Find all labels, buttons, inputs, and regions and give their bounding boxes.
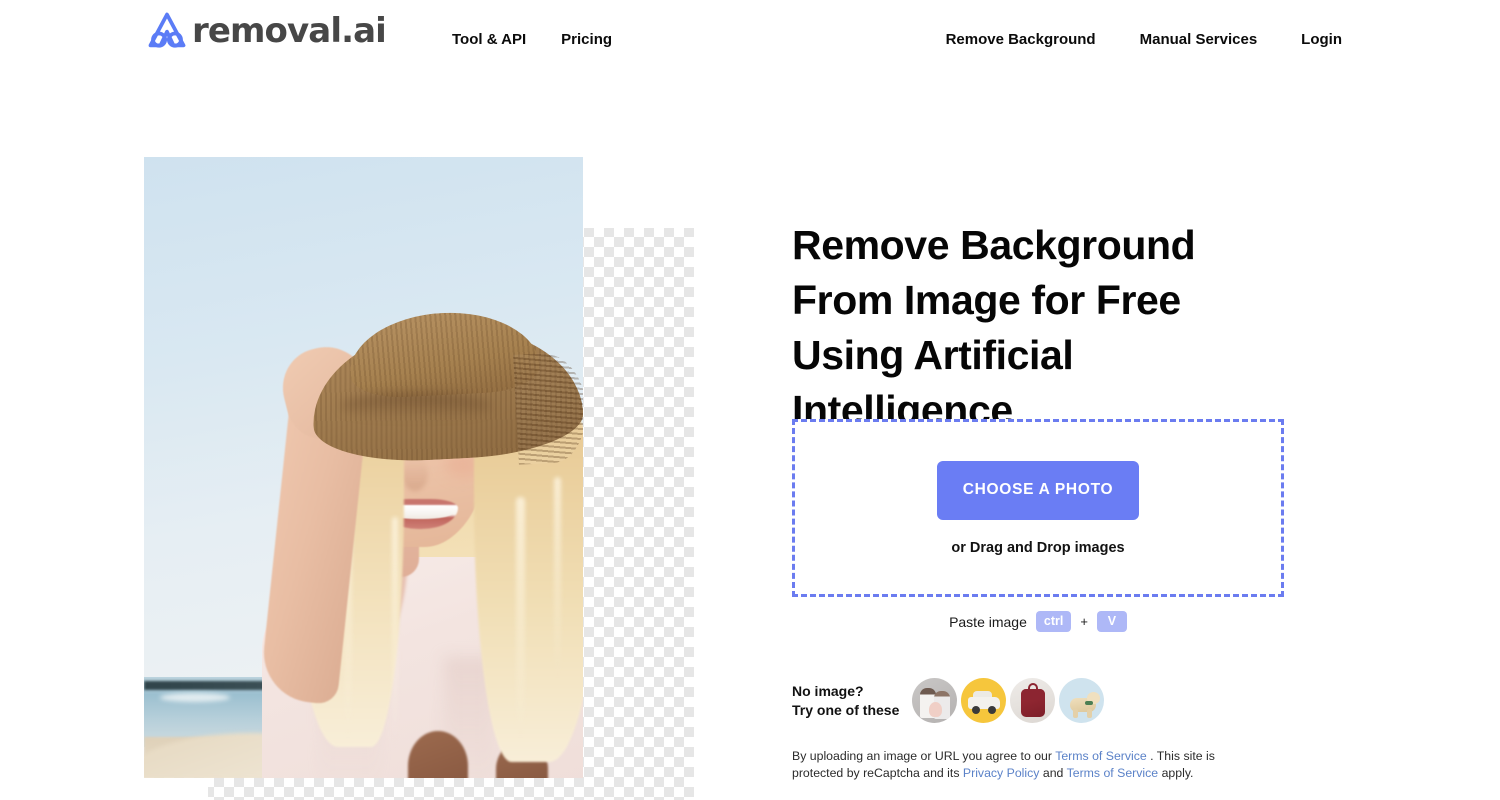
site-header: removal.ai Tool & API Pricing Remove Bac… bbox=[0, 0, 1500, 78]
photo-hat-shadow bbox=[340, 393, 492, 419]
legal-text-1: By uploading an image or URL you agree t… bbox=[792, 749, 1056, 763]
sample-thumb-people[interactable] bbox=[912, 678, 957, 723]
sample-thumb-car[interactable] bbox=[961, 678, 1006, 723]
nav-link-login[interactable]: Login bbox=[1301, 30, 1342, 49]
sample-thumb-dog[interactable] bbox=[1059, 678, 1104, 723]
choose-a-photo-button[interactable]: CHOOSE A PHOTO bbox=[937, 460, 1139, 520]
nav-link-pricing[interactable]: Pricing bbox=[561, 30, 612, 49]
removal-ai-logo-icon bbox=[148, 12, 186, 48]
nav-link-manual-services[interactable]: Manual Services bbox=[1140, 30, 1258, 49]
hero-image bbox=[144, 157, 694, 800]
brand-name: removal.ai bbox=[192, 11, 387, 51]
photo-hair-strand bbox=[516, 497, 525, 737]
nav-link-tool-api[interactable]: Tool & API bbox=[452, 30, 526, 49]
hero-copy: Remove Background From Image for Free Us… bbox=[792, 218, 1312, 438]
key-ctrl[interactable]: ctrl bbox=[1035, 611, 1072, 632]
sample-label-line-2: Try one of these bbox=[792, 701, 900, 718]
sample-thumbnail-list bbox=[912, 678, 1104, 723]
photo-hat-weave bbox=[513, 351, 583, 465]
photo-surf bbox=[160, 693, 230, 702]
paste-image-label: Paste image bbox=[949, 613, 1027, 630]
terms-of-service-link-2[interactable]: Terms of Service bbox=[1067, 766, 1159, 780]
drag-and-drop-hint: or Drag and Drop images bbox=[951, 539, 1125, 556]
photo-nose bbox=[402, 457, 428, 491]
brand-logo[interactable]: removal.ai bbox=[144, 8, 387, 54]
checkerboard-mask-bottom-left bbox=[144, 778, 208, 800]
photo-hair-strand bbox=[554, 477, 561, 677]
terms-of-service-link-1[interactable]: Terms of Service bbox=[1055, 749, 1147, 763]
legal-text-4: apply. bbox=[1158, 765, 1194, 780]
legal-disclaimer: By uploading an image or URL you agree t… bbox=[792, 748, 1262, 781]
privacy-policy-link[interactable]: Privacy Policy bbox=[963, 766, 1040, 780]
legal-text-3: and bbox=[1039, 765, 1067, 780]
key-separator: + bbox=[1080, 614, 1088, 629]
checkerboard-mask-top bbox=[583, 157, 694, 228]
sample-thumb-backpack[interactable] bbox=[1010, 678, 1055, 723]
primary-nav-left: Tool & API Pricing bbox=[452, 30, 612, 49]
sample-label-line-1: No image? bbox=[792, 682, 864, 699]
paste-image-hint: Paste image ctrl + V bbox=[792, 611, 1284, 632]
upload-dropzone[interactable]: CHOOSE A PHOTO or Drag and Drop images bbox=[792, 419, 1284, 597]
primary-nav-right: Remove Background Manual Services Login bbox=[946, 30, 1342, 49]
sample-images-section: No image? Try one of these bbox=[792, 678, 1104, 723]
hero-photo-subject bbox=[144, 157, 583, 778]
photo-hair-strand bbox=[392, 517, 398, 747]
sample-images-label: No image? Try one of these bbox=[792, 682, 912, 720]
page-title: Remove Background From Image for Free Us… bbox=[792, 222, 1196, 433]
nav-link-remove-background[interactable]: Remove Background bbox=[946, 30, 1096, 49]
key-v[interactable]: V bbox=[1096, 611, 1127, 632]
